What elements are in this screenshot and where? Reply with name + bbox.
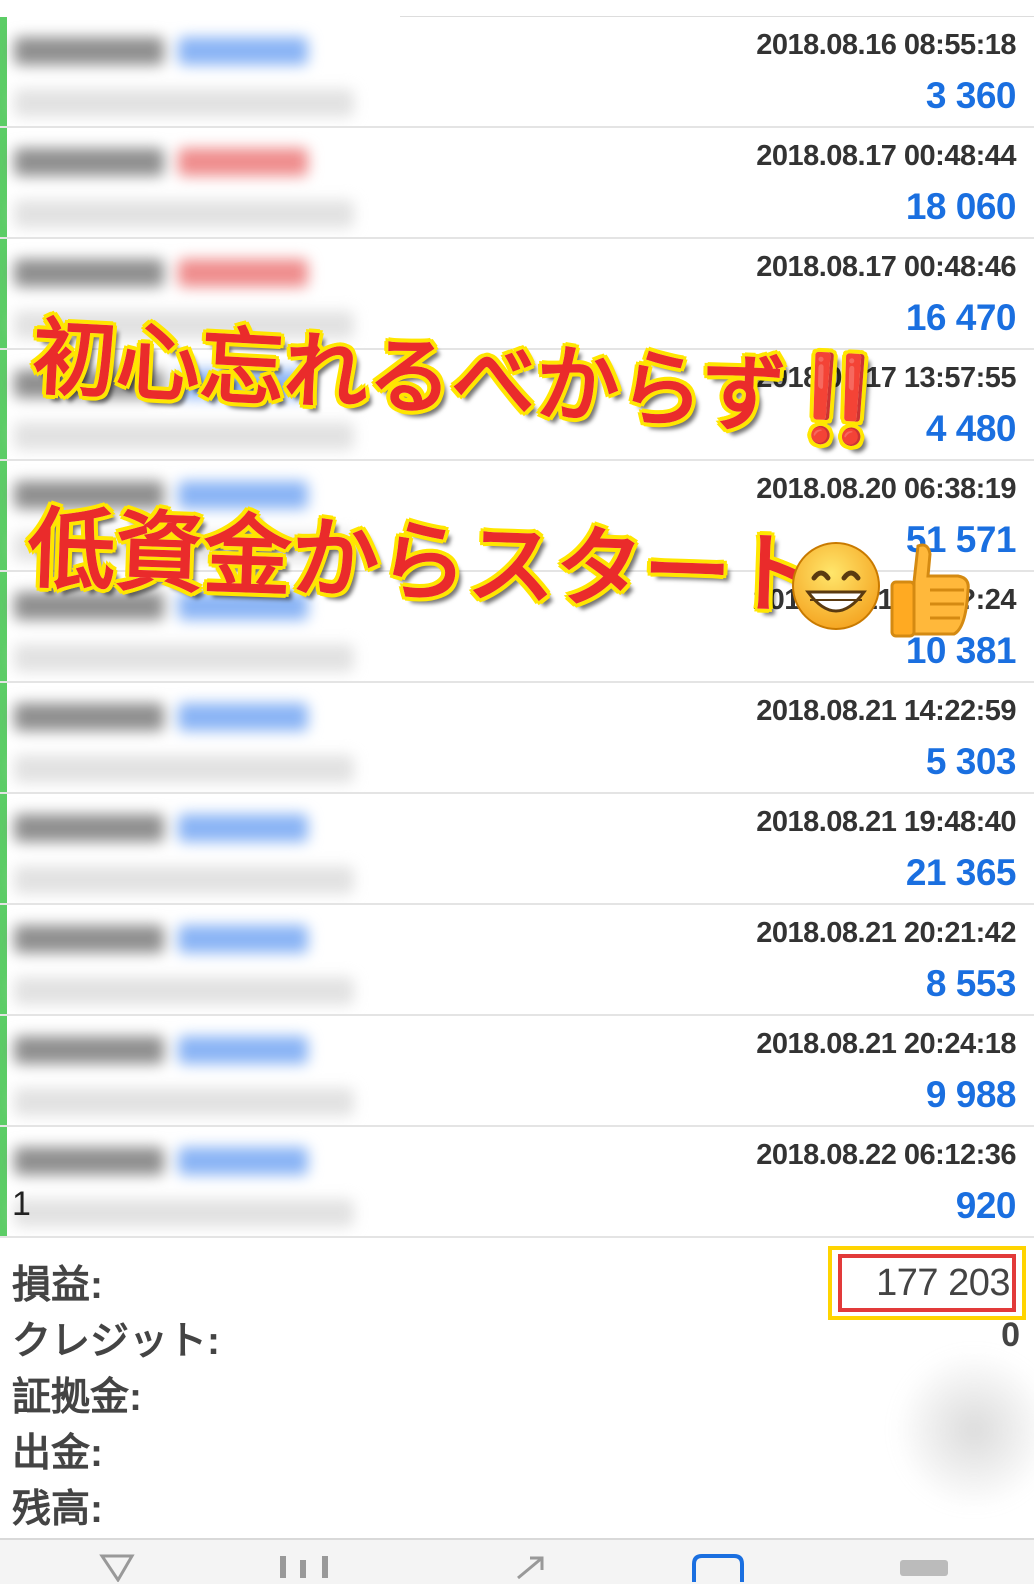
balance-label: 残高: <box>12 1488 103 1531</box>
buy-indicator <box>178 1036 308 1064</box>
buy-indicator <box>178 703 308 731</box>
trade-profit-indicator <box>0 239 7 348</box>
trade-profit: 18 060 <box>905 186 1017 227</box>
trade-profit: 9 988 <box>925 1074 1017 1115</box>
blurred-trade-details <box>14 804 434 899</box>
sell-indicator <box>178 259 308 287</box>
trade-profit: 3 360 <box>925 75 1017 116</box>
trade-row[interactable]: 2018.08.21 14:22:59 5 303 <box>0 683 1034 794</box>
trade-profit: 8 553 <box>925 963 1017 1004</box>
trade-close-time: 2018.08.21 20:21:42 <box>756 917 1016 949</box>
trade-icon[interactable] <box>512 1552 552 1582</box>
sell-indicator <box>178 148 308 176</box>
trade-row[interactable]: 2018.08.21 20:24:18 9 988 <box>0 1016 1034 1127</box>
trade-profit-indicator <box>0 683 7 792</box>
thumbs-up-icon <box>890 543 970 638</box>
trade-row[interactable]: 2018.08.21 19:48:40 21 365 <box>0 794 1034 905</box>
trade-profit-indicator <box>0 461 7 570</box>
chart-icon[interactable] <box>274 1552 344 1582</box>
grinning-face-icon <box>792 542 880 630</box>
bottom-navigation-bar <box>0 1538 1034 1584</box>
buy-indicator <box>178 814 308 842</box>
trade-close-time: 2018.08.21 14:22:59 <box>756 695 1016 727</box>
trade-row[interactable]: 1 2018.08.22 06:12:36 920 <box>0 1127 1034 1238</box>
trade-profit-indicator <box>0 1127 7 1236</box>
trade-close-time: 2018.08.22 06:12:36 <box>756 1139 1016 1171</box>
trade-row[interactable]: 2018.08.21 20:21:42 8 553 <box>0 905 1034 1016</box>
trade-row[interactable]: 2018.08.17 00:48:44 18 060 <box>0 128 1034 239</box>
trade-profit: 21 365 <box>905 852 1017 893</box>
trade-profit-indicator <box>0 128 7 237</box>
profit-label: 損益: <box>12 1264 103 1307</box>
trade-profit-indicator <box>0 572 7 681</box>
blurred-trade-details <box>14 138 434 233</box>
trade-close-time: 2018.08.21 20:24:18 <box>756 1028 1016 1060</box>
blurred-trade-details <box>14 915 434 1010</box>
blurred-trade-details <box>14 1137 434 1232</box>
settings-icon[interactable] <box>896 1552 952 1582</box>
summary-panel: 損益: クレジット: 証拠金: 出金: 残高: 177 203 0 <box>0 1240 1034 1540</box>
blurred-trade-details <box>14 27 434 122</box>
buy-indicator <box>178 1147 308 1175</box>
trade-row[interactable]: 2018.08.16 08:55:18 3 360 <box>0 17 1034 128</box>
trade-close-time: 2018.08.21 19:48:40 <box>756 806 1016 838</box>
blurred-trade-details <box>14 693 434 788</box>
quotes-icon[interactable] <box>98 1552 138 1582</box>
history-icon[interactable] <box>690 1552 746 1586</box>
trade-profit: 5 303 <box>925 741 1017 782</box>
blurred-region <box>894 1350 1034 1510</box>
trade-profit: 16 470 <box>905 297 1017 338</box>
buy-indicator <box>178 37 308 65</box>
credit-label: クレジット: <box>12 1320 220 1363</box>
price-prefix: 1 <box>12 1185 31 1223</box>
buy-indicator <box>178 925 308 953</box>
profit-total-highlight: 177 203 <box>828 1246 1026 1320</box>
trade-close-time: 2018.08.17 00:48:46 <box>756 251 1016 283</box>
trade-profit-indicator <box>0 350 7 459</box>
credit-value: 0 <box>1001 1316 1020 1354</box>
profit-total-value: 177 203 <box>876 1261 1010 1304</box>
withdrawal-label: 出金: <box>12 1432 103 1475</box>
trade-profit-indicator <box>0 17 7 126</box>
trade-close-time: 2018.08.20 06:38:19 <box>756 473 1016 505</box>
trade-profit-indicator <box>0 794 7 903</box>
trade-profit-indicator <box>0 905 7 1014</box>
blurred-trade-details <box>14 1026 434 1121</box>
trade-close-time: 2018.08.16 08:55:18 <box>756 29 1016 61</box>
trade-close-time: 2018.08.17 00:48:44 <box>756 140 1016 172</box>
trade-profit: 4 480 <box>925 408 1017 449</box>
trade-profit-indicator <box>0 1016 7 1125</box>
trade-profit: 920 <box>955 1185 1017 1226</box>
margin-label: 証拠金: <box>12 1376 142 1419</box>
